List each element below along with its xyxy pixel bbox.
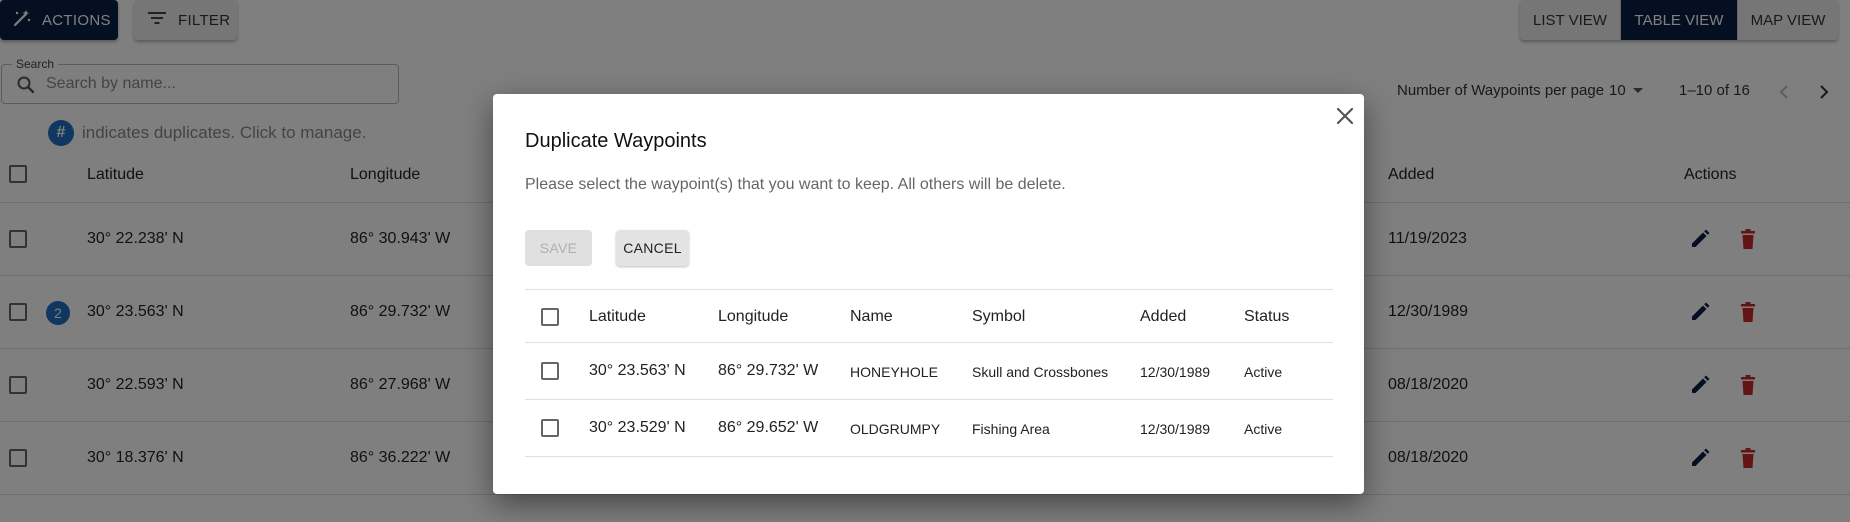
row-latitude: 30° 23.563' N — [589, 362, 686, 379]
row-longitude: 86° 29.652' W — [718, 419, 819, 436]
dialog-title: Duplicate Waypoints — [525, 130, 707, 152]
duplicate-waypoints-dialog: Duplicate Waypoints Please select the wa… — [493, 94, 1364, 494]
header-name: Name — [850, 308, 893, 325]
row-checkbox[interactable] — [541, 419, 559, 437]
header-symbol: Symbol — [972, 308, 1026, 325]
header-added: Added — [1140, 308, 1187, 325]
row-status: Active — [1244, 364, 1283, 380]
row-symbol: Skull and Crossbones — [972, 364, 1109, 380]
dialog-table-header: Latitude Longitude Name Symbol Added Sta… — [525, 289, 1333, 343]
row-name: HONEYHOLE — [850, 364, 938, 380]
row-latitude: 30° 23.529' N — [589, 419, 686, 436]
close-icon[interactable] — [1333, 104, 1357, 128]
cancel-button[interactable]: CANCEL — [616, 230, 689, 266]
row-longitude: 86° 29.732' W — [718, 362, 819, 379]
header-status: Status — [1244, 308, 1290, 325]
row-added: 12/30/1989 — [1140, 421, 1211, 437]
row-status: Active — [1244, 421, 1283, 437]
row-symbol: Fishing Area — [972, 421, 1050, 437]
save-button[interactable]: SAVE — [525, 230, 592, 266]
row-name: OLDGRUMPY — [850, 421, 941, 437]
header-longitude: Longitude — [718, 308, 789, 325]
table-row[interactable]: 30° 23.563' N 86° 29.732' W HONEYHOLE Sk… — [525, 343, 1333, 400]
header-latitude: Latitude — [589, 308, 646, 325]
row-added: 12/30/1989 — [1140, 364, 1211, 380]
table-row[interactable]: 30° 23.529' N 86° 29.652' W OLDGRUMPY Fi… — [525, 400, 1333, 457]
row-checkbox[interactable] — [541, 362, 559, 380]
select-all-checkbox[interactable] — [541, 308, 559, 326]
dialog-description: Please select the waypoint(s) that you w… — [525, 176, 1066, 193]
